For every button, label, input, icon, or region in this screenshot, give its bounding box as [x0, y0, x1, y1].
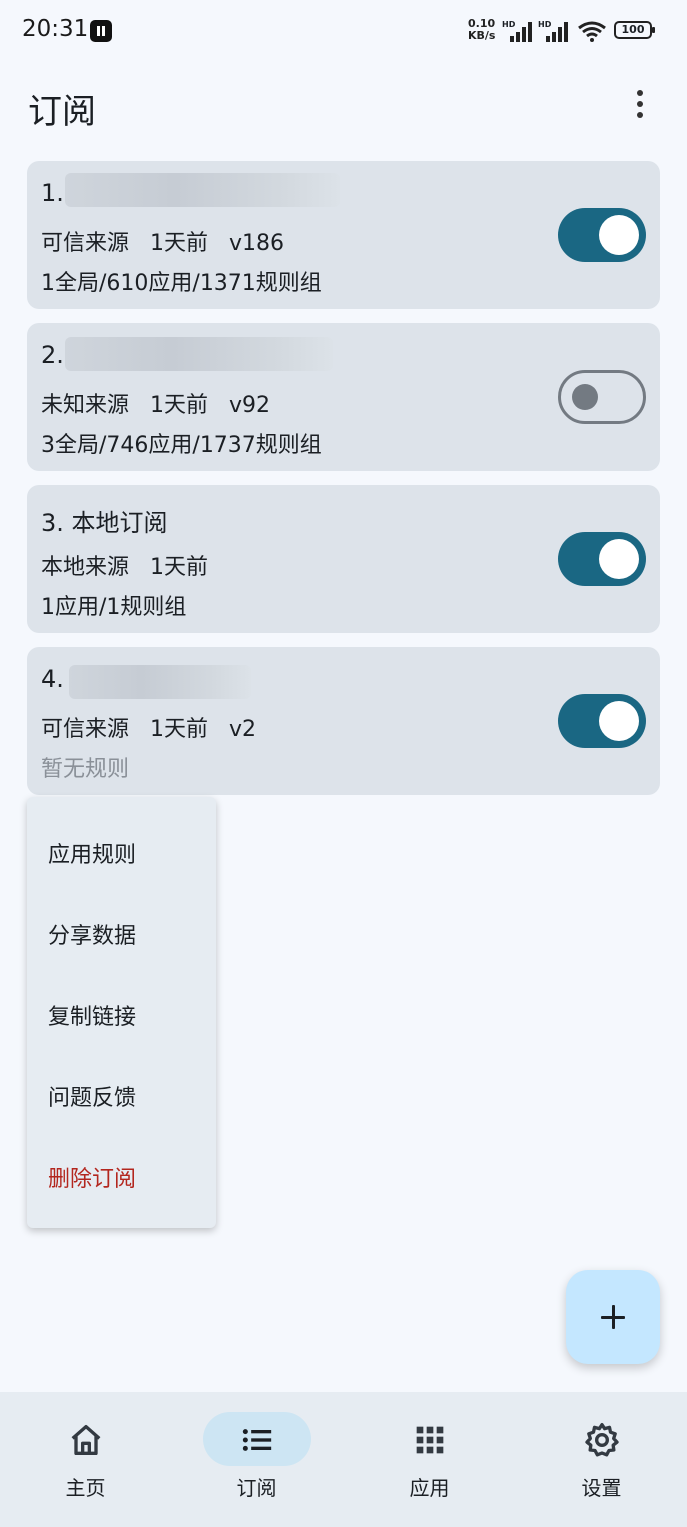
battery-icon: 100 — [614, 21, 655, 39]
menu-item-delete-subscription[interactable]: 删除订阅 — [48, 1161, 136, 1193]
status-time: 20:31 — [22, 16, 89, 42]
subscription-title: 3. 本地订阅 — [41, 509, 168, 537]
subscription-toggle[interactable] — [558, 532, 646, 586]
menu-item-copy-link[interactable]: 复制链接 — [48, 999, 136, 1031]
status-bar: 20:31 0.10 KB/s HD HD 100 — [0, 0, 687, 62]
menu-item-apply-rules[interactable]: 应用规则 — [48, 837, 136, 869]
subscription-toggle[interactable] — [558, 370, 646, 424]
subscription-counts: 1应用/1规则组 — [41, 595, 187, 620]
subscription-counts: 1全局/610应用/1371规则组 — [41, 271, 322, 296]
subscription-toggle[interactable] — [558, 208, 646, 262]
subscription-toggle[interactable] — [558, 694, 646, 748]
subscription-card-4[interactable]: 4. 可信来源 1天前 v2 暂无规则 — [27, 647, 660, 795]
apps-grid-icon — [416, 1426, 443, 1454]
pause-icon — [90, 20, 112, 42]
redacted-name — [69, 665, 251, 699]
bottom-nav: 主页 订阅 应用 设置 — [0, 1392, 687, 1527]
subscription-title: 1. — [41, 179, 64, 207]
home-icon — [71, 1425, 100, 1455]
subscription-meta: 可信来源 1天前 v186 — [41, 231, 284, 256]
menu-item-feedback[interactable]: 问题反馈 — [48, 1080, 136, 1112]
redacted-name — [65, 173, 340, 207]
more-options-button[interactable] — [620, 84, 660, 124]
subscription-meta: 可信来源 1天前 v2 — [41, 717, 256, 742]
network-speed: 0.10 KB/s — [468, 17, 496, 42]
subscription-card-3[interactable]: 3. 本地订阅 本地来源 1天前 1应用/1规则组 — [27, 485, 660, 633]
nav-item-home[interactable]: 主页 — [0, 1392, 171, 1527]
gear-icon — [584, 1423, 619, 1457]
subscription-counts: 暂无规则 — [41, 757, 130, 782]
context-menu: 应用规则 分享数据 复制链接 问题反馈 删除订阅 — [27, 797, 216, 1228]
page-title: 订阅 — [28, 92, 96, 132]
subscription-meta: 未知来源 1天前 v92 — [41, 393, 270, 418]
subscription-card-1[interactable]: 1. 可信来源 1天前 v186 1全局/610应用/1371规则组 — [27, 161, 660, 309]
subscription-card-2[interactable]: 2. 未知来源 1天前 v92 3全局/746应用/1737规则组 — [27, 323, 660, 471]
nav-item-apps[interactable]: 应用 — [344, 1392, 515, 1527]
signal-icon-2: HD — [538, 20, 568, 42]
more-vert-icon — [637, 90, 643, 96]
signal-icon: HD — [502, 20, 532, 42]
nav-item-subscriptions[interactable]: 订阅 — [171, 1392, 342, 1527]
subscription-counts: 3全局/746应用/1737规则组 — [41, 433, 322, 458]
add-subscription-button[interactable] — [566, 1270, 660, 1364]
subscription-title: 4. — [41, 665, 64, 693]
redacted-name — [65, 337, 333, 371]
subscription-title: 2. — [41, 341, 64, 369]
nav-item-settings[interactable]: 设置 — [516, 1392, 687, 1527]
subscription-meta: 本地来源 1天前 — [41, 555, 208, 580]
wifi-icon — [578, 21, 606, 42]
list-icon — [242, 1429, 271, 1451]
menu-item-share-data[interactable]: 分享数据 — [48, 918, 136, 950]
